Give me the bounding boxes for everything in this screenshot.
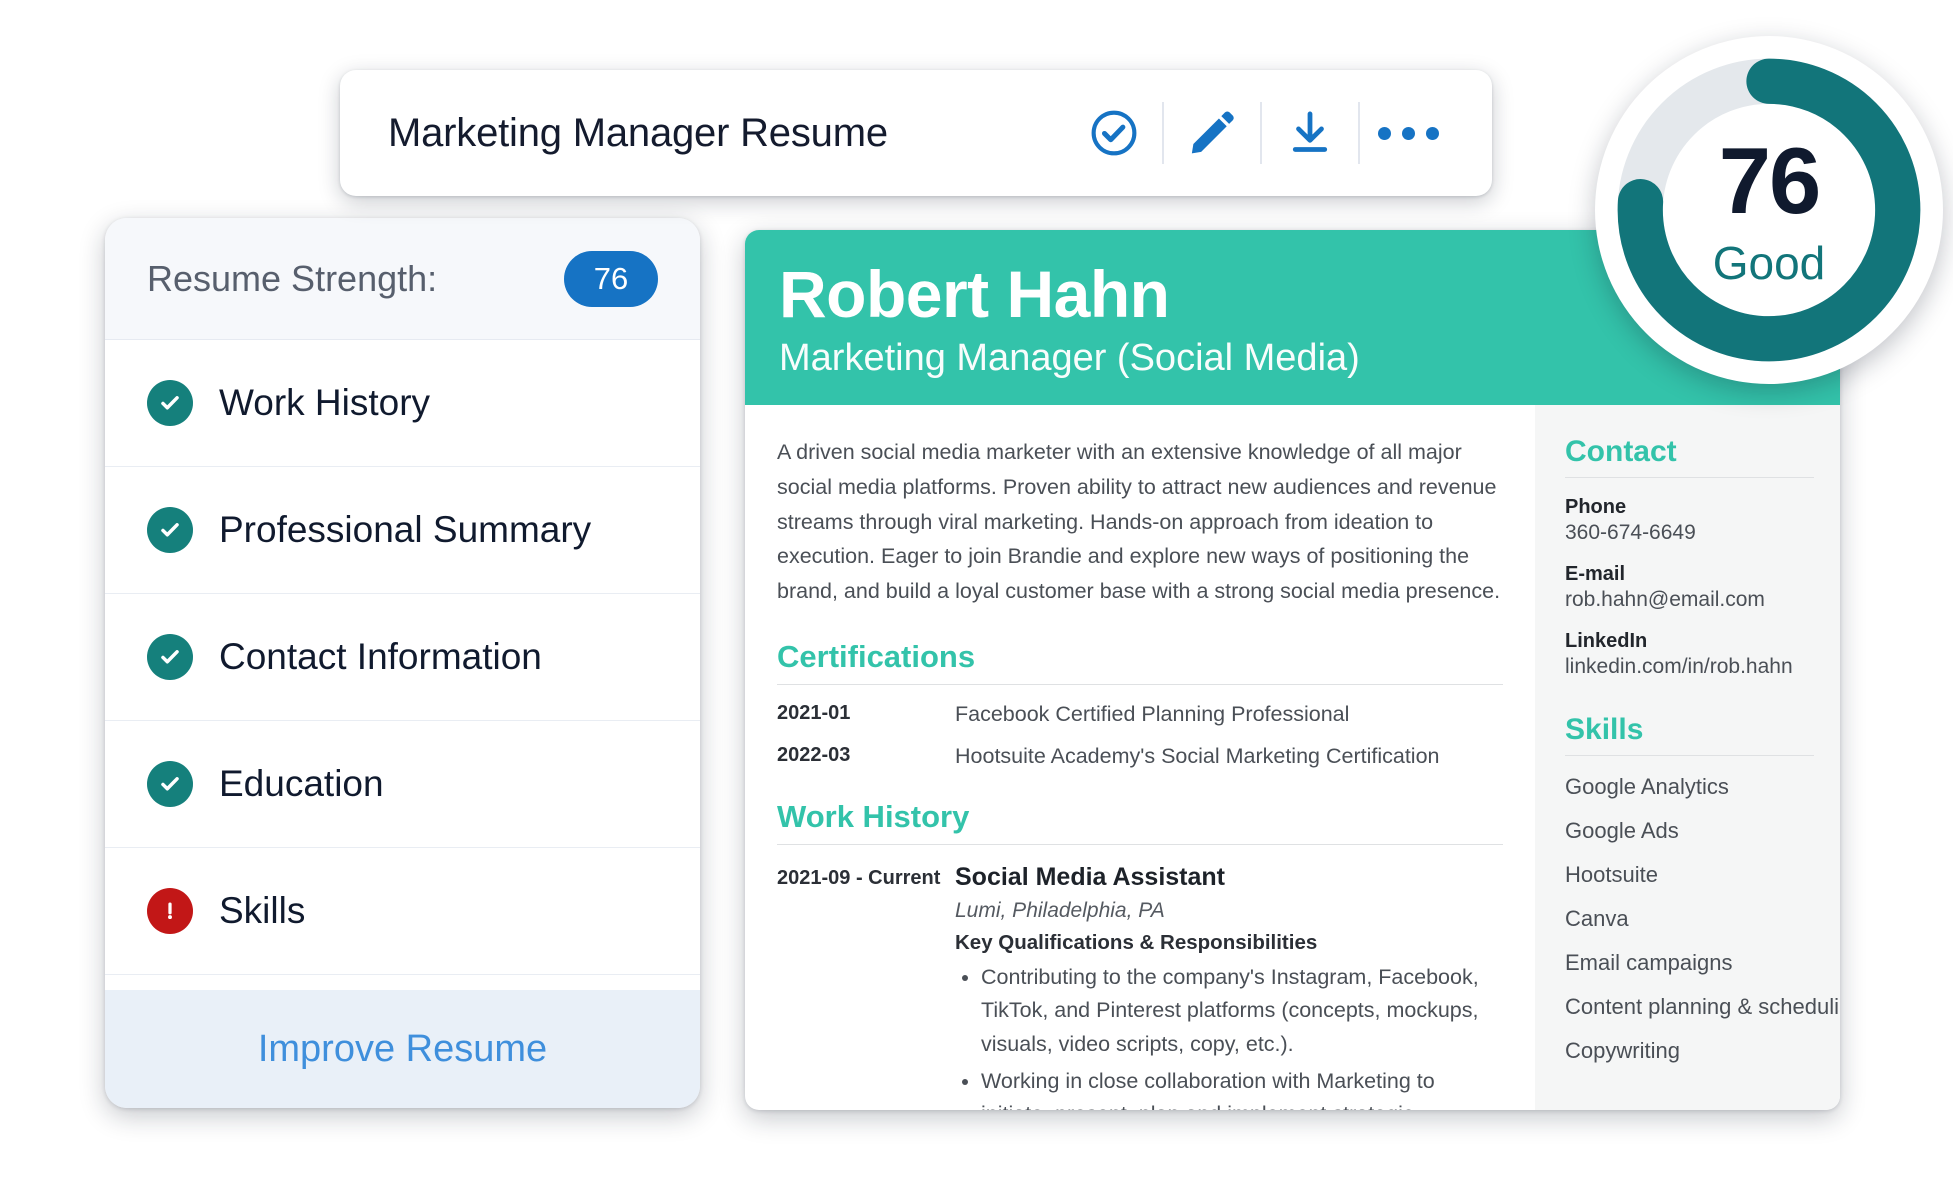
contact-field-linkedin: LinkedIn linkedin.com/in/rob.hahn <box>1565 630 1814 679</box>
check-circle-icon <box>147 380 193 426</box>
skill-item: Email campaigns <box>1565 950 1733 975</box>
contact-field-value: rob.hahn@email.com <box>1565 588 1765 611</box>
contact-heading: Contact <box>1565 435 1677 468</box>
toolbar-actions <box>1066 101 1456 165</box>
contact-field-phone: Phone 360-674-6649 <box>1565 496 1814 545</box>
job-title: Social Media Assistant <box>955 863 1225 892</box>
certifications-divider <box>777 684 1503 686</box>
job-bullet-list: Contributing to the company's Instagram,… <box>981 961 1503 1110</box>
contact-field-email: E-mail rob.hahn@email.com <box>1565 563 1814 612</box>
check-circle-icon <box>147 634 193 680</box>
check-circle-icon <box>147 507 193 553</box>
resume-title: Marketing Manager Resume <box>388 110 888 155</box>
skill-item: Copywriting <box>1565 1038 1680 1063</box>
screenshot-root: Marketing Manager Resume 76 Good Resume … <box>0 0 1953 1179</box>
checklist-item-contact-information[interactable]: Contact Information <box>105 594 700 721</box>
contact-divider <box>1565 477 1814 478</box>
certification-date: 2021-01 <box>777 702 851 725</box>
score-ring-center: 76 Good <box>1712 128 1826 289</box>
checklist-item-education[interactable]: Education <box>105 721 700 848</box>
skills-divider <box>1565 755 1814 756</box>
job-bullet: Working in close collaboration with Mark… <box>981 1065 1503 1110</box>
checklist-item-label: Education <box>219 763 384 804</box>
score-value: 76 <box>1718 128 1822 233</box>
certifications-heading: Certifications <box>777 639 976 675</box>
skill-item: Google Analytics <box>1565 774 1729 799</box>
check-button[interactable] <box>1066 101 1162 165</box>
checklist-item-label: Work History <box>219 382 431 423</box>
contact-field-label: Phone <box>1565 496 1627 518</box>
work-history-heading: Work History <box>777 799 970 835</box>
check-circle-icon <box>147 761 193 807</box>
certification-name: Facebook Certified Planning Professional <box>955 702 1350 727</box>
edit-button[interactable] <box>1164 101 1260 165</box>
skills-heading: Skills <box>1565 713 1644 746</box>
work-history-entry: 2021-09 - Current Social Media Assistant… <box>777 863 1503 1110</box>
alert-circle-icon <box>147 888 193 934</box>
improve-resume-label: Improve Resume <box>257 1027 548 1070</box>
job-date-range: 2021-09 - Current <box>777 867 941 890</box>
certification-row: 2022-03 Hootsuite Academy's Social Marke… <box>777 744 1503 769</box>
job-bullet: Contributing to the company's Instagram,… <box>981 961 1503 1061</box>
resume-toolbar: Marketing Manager Resume <box>340 70 1492 196</box>
work-history-divider <box>777 844 1503 846</box>
certification-date: 2022-03 <box>777 744 851 767</box>
skill-item: Canva <box>1565 906 1629 931</box>
resume-main-column: A driven social media marketer with an e… <box>745 405 1535 1110</box>
strength-checklist: Work History Professional Summary Contac… <box>105 340 700 990</box>
resume-sidebar-column: Contact Phone 360-674-6649 E-mail rob.ha… <box>1535 405 1840 1110</box>
job-bullets-heading: Key Qualifications & Responsibilities <box>955 931 1318 955</box>
more-options-button[interactable] <box>1360 101 1456 165</box>
strength-heading: Resume Strength: <box>147 257 438 299</box>
job-company-location: Lumi, Philadelphia, PA <box>955 899 1165 923</box>
improve-resume-button[interactable]: Improve Resume <box>105 990 700 1108</box>
strength-header: Resume Strength: 76 <box>105 218 700 340</box>
certification-row: 2021-01 Facebook Certified Planning Prof… <box>777 702 1503 727</box>
contact-field-value: linkedin.com/in/rob.hahn <box>1565 655 1793 678</box>
contact-field-label: LinkedIn <box>1565 630 1648 652</box>
pencil-icon <box>1191 111 1234 154</box>
download-icon <box>1292 111 1328 152</box>
certification-name: Hootsuite Academy's Social Marketing Cer… <box>955 744 1440 769</box>
skills-block: Skills Google Analytics Google Ads Hoots… <box>1565 713 1840 1064</box>
checklist-item-professional-summary[interactable]: Professional Summary <box>105 467 700 594</box>
job-details: Social Media Assistant Lumi, Philadelphi… <box>955 863 1503 1110</box>
download-button[interactable] <box>1262 101 1358 165</box>
skill-item: Content planning & scheduling <box>1565 994 1840 1019</box>
resume-score-badge: 76 Good <box>1595 36 1943 384</box>
professional-summary-text: A driven social media marketer with an e… <box>777 440 1501 604</box>
more-options-icon <box>1377 126 1439 140</box>
checklist-item-label: Skills <box>219 890 306 931</box>
checklist-item-label: Professional Summary <box>219 509 592 550</box>
resume-document-body: A driven social media marketer with an e… <box>745 405 1840 1110</box>
strength-score-badge: 76 <box>564 250 658 307</box>
checklist-item-label: Contact Information <box>219 636 542 677</box>
checklist-item-work-history[interactable]: Work History <box>105 340 700 467</box>
checklist-item-skills[interactable]: Skills <box>105 848 700 975</box>
skill-item: Google Ads <box>1565 818 1679 843</box>
skill-item: Hootsuite <box>1565 862 1658 887</box>
score-rating: Good <box>1712 237 1826 289</box>
contact-field-label: E-mail <box>1565 563 1626 585</box>
contact-field-value: 360-674-6649 <box>1565 521 1696 544</box>
check-circle-icon <box>1091 110 1137 156</box>
resume-strength-panel: Resume Strength: 76 Work History Profess… <box>105 218 700 1108</box>
